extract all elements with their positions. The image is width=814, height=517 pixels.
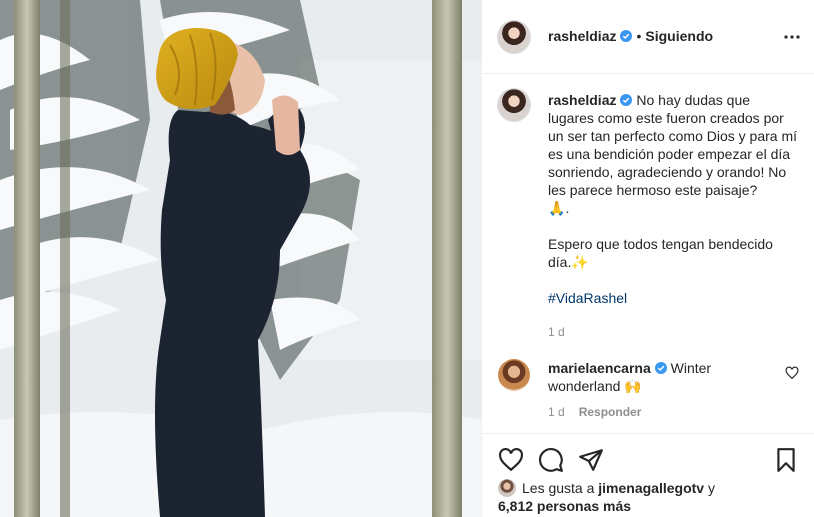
verified-badge-icon bbox=[654, 362, 667, 374]
separator-dot: • bbox=[636, 27, 642, 44]
raising-hands-emoji: 🙌 bbox=[624, 378, 642, 394]
following-button[interactable]: Siguiendo bbox=[645, 28, 713, 44]
comment-body: marielaencarna Winter wonderland 🙌 1 d Re… bbox=[548, 359, 768, 419]
instagram-post-modal: rasheldiaz • Siguiendo rasheldiaz No hay d… bbox=[0, 0, 814, 517]
author-username[interactable]: rasheldiaz bbox=[548, 28, 616, 44]
post-photo[interactable] bbox=[0, 0, 481, 517]
likes-conjunction: y bbox=[707, 480, 715, 496]
author-username-wrap: rasheldiaz • Siguiendo bbox=[548, 28, 713, 46]
verified-badge-icon bbox=[620, 94, 633, 106]
commenter-avatar[interactable] bbox=[498, 359, 530, 391]
caption-timestamp: 1 d bbox=[548, 323, 798, 341]
likes-prefix: Les gusta a bbox=[522, 480, 595, 496]
caption-body: rasheldiaz No hay dudas que lugares como… bbox=[548, 91, 798, 341]
commenter-username[interactable]: marielaencarna bbox=[548, 360, 651, 376]
caption-time[interactable]: 1 d bbox=[548, 325, 565, 339]
sparkles-emoji: ✨ bbox=[571, 254, 589, 270]
share-icon[interactable] bbox=[578, 447, 604, 473]
caption-avatar[interactable] bbox=[498, 89, 530, 121]
caption-period: . bbox=[565, 200, 570, 216]
reply-button[interactable]: Responder bbox=[579, 405, 642, 419]
comment-time[interactable]: 1 d bbox=[548, 405, 565, 419]
like-comment-heart-icon[interactable] bbox=[785, 366, 799, 380]
post-sidebar: rasheldiaz • Siguiendo rasheldiaz No hay d… bbox=[481, 0, 814, 517]
comments-section[interactable]: rasheldiaz No hay dudas que lugares como… bbox=[482, 75, 814, 433]
verified-badge-icon bbox=[620, 29, 633, 42]
caption-username[interactable]: rasheldiaz bbox=[548, 92, 616, 108]
comment-icon[interactable] bbox=[538, 447, 564, 473]
more-options-icon[interactable] bbox=[783, 28, 801, 46]
bookmark-icon[interactable] bbox=[773, 447, 799, 473]
comment-meta: 1 d Responder bbox=[548, 405, 768, 419]
liker-username[interactable]: jimenagallegotv bbox=[598, 480, 704, 496]
praying-hands-emoji: 🙏 bbox=[548, 200, 566, 216]
likes-others[interactable]: 6,812 personas más bbox=[498, 498, 631, 514]
snowy-forest-image bbox=[0, 0, 481, 517]
post-actions bbox=[482, 433, 814, 483]
likes-summary: Les gusta a jimenagallegotv y 6,812 pers… bbox=[498, 479, 798, 515]
post-header: rasheldiaz • Siguiendo bbox=[482, 0, 814, 74]
caption: rasheldiaz No hay dudas que lugares como… bbox=[498, 89, 799, 341]
liker-avatar[interactable] bbox=[498, 479, 516, 497]
comment-item: marielaencarna Winter wonderland 🙌 1 d Re… bbox=[498, 359, 799, 419]
heart-icon[interactable] bbox=[498, 447, 524, 473]
profile-avatar[interactable] bbox=[498, 20, 530, 53]
hashtag-link[interactable]: #VidaRashel bbox=[548, 290, 627, 306]
